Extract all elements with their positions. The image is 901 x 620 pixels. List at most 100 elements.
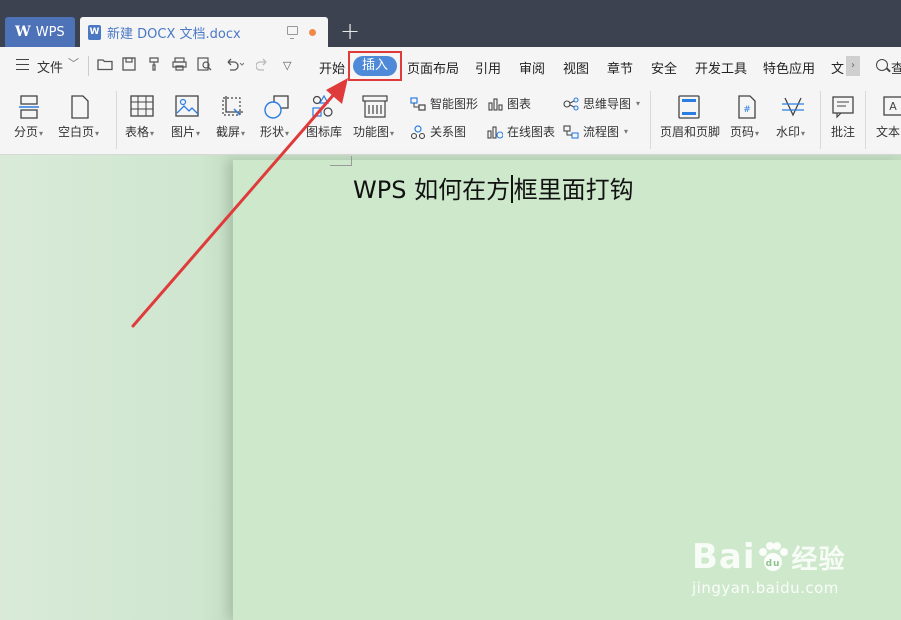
chart-button[interactable]: 图表	[487, 95, 531, 112]
online-chart-icon	[487, 125, 503, 139]
blank-page-label: 空白页	[58, 125, 95, 139]
tab-security[interactable]: 安全	[651, 58, 677, 77]
tab-view[interactable]: 视图	[563, 58, 589, 77]
page-number-icon[interactable]: #	[737, 95, 757, 123]
table-icon[interactable]	[130, 95, 154, 121]
tab-developer[interactable]: 开发工具	[695, 58, 747, 77]
flow-chart-button[interactable]: 流程图 ▾	[563, 123, 628, 140]
screenshot-label: 截屏	[216, 125, 241, 139]
ribbon-separator	[820, 91, 821, 149]
page-break-label: 分页	[14, 125, 39, 139]
table-button[interactable]: 表格▾	[125, 123, 154, 140]
new-tab-button[interactable]: +	[340, 18, 360, 44]
mind-map-label: 思维导图	[583, 97, 632, 111]
tab-chapter[interactable]: 章节	[607, 58, 633, 77]
screenshot-icon[interactable]	[220, 95, 244, 123]
table-label: 表格	[125, 125, 150, 139]
mind-map-button[interactable]: 思维导图 ▾	[563, 95, 640, 112]
screenshot-button[interactable]: 截屏▾	[216, 123, 245, 140]
watermark-brand-right: 经验	[791, 544, 846, 575]
shape-label: 形状	[260, 125, 285, 139]
print-preview-icon[interactable]	[197, 57, 212, 75]
blank-page-button[interactable]: 空白页▾	[58, 123, 99, 140]
open-folder-icon[interactable]	[97, 57, 113, 75]
paw-logo-icon: du	[758, 542, 788, 571]
smart-art-label: 智能图形	[430, 97, 479, 111]
tab-page-layout[interactable]: 页面布局	[407, 58, 459, 77]
smart-art-button[interactable]: 智能图形	[410, 95, 478, 112]
function-chart-label: 功能图	[353, 125, 390, 139]
page-number-button[interactable]: 页码▾	[730, 123, 759, 140]
wps-logo-icon: W	[15, 24, 31, 40]
header-footer-button[interactable]: 页眉和页脚	[660, 123, 720, 140]
document-tab[interactable]: W 新建 DOCX 文档.docx	[80, 17, 328, 47]
watermark-button[interactable]: 水印▾	[776, 123, 805, 140]
picture-icon[interactable]	[175, 95, 199, 121]
print-icon[interactable]	[172, 57, 187, 75]
watermark-url: jingyan.baidu.com	[692, 579, 839, 597]
picture-label: 图片	[171, 125, 196, 139]
watermark-brand-left: Bai	[692, 537, 756, 577]
relation-chart-button[interactable]: 关系图	[410, 123, 466, 140]
tab-references[interactable]: 引用	[475, 58, 501, 77]
page-break-icon[interactable]	[18, 95, 40, 123]
menu-bar: 文件 ﹀ ▽ 开始 插入 页面布局 引用 审阅 视图 章节 安全 开发工具 特色…	[0, 47, 901, 85]
text-box-button[interactable]: 文本	[876, 123, 900, 140]
quick-access-dropdown-icon[interactable]: ▽	[283, 59, 291, 72]
icon-library-icon[interactable]	[311, 94, 335, 123]
svg-text:#: #	[743, 105, 751, 115]
save-icon[interactable]	[122, 57, 136, 75]
flow-chart-icon	[563, 124, 579, 139]
chart-label: 图表	[507, 97, 532, 111]
comment-icon[interactable]	[832, 95, 854, 123]
unsaved-dot-icon[interactable]	[309, 29, 316, 36]
tab-insert[interactable]: 插入	[353, 56, 397, 76]
document-tab-label: 新建 DOCX 文档.docx	[107, 26, 241, 42]
ribbon-separator	[116, 91, 117, 149]
comment-button[interactable]: 批注	[831, 123, 855, 140]
blank-page-icon[interactable]	[70, 95, 90, 123]
tab-special-apps[interactable]: 特色应用	[763, 58, 815, 77]
ribbon-separator	[650, 91, 651, 149]
shape-icon[interactable]	[264, 95, 290, 123]
tab-more[interactable]: 文	[831, 58, 844, 77]
wps-home-tab[interactable]: W WPS	[5, 17, 75, 47]
baidu-jingyan-watermark: Bai du 经验 jingyan.baidu.com	[692, 537, 846, 597]
document-text-before-cursor: WPS 如何在方	[353, 176, 511, 204]
redo-icon[interactable]	[255, 57, 270, 75]
shape-button[interactable]: 形状▾	[260, 123, 289, 140]
search-icon[interactable]	[876, 59, 888, 71]
ribbon-separator	[865, 91, 866, 149]
tab-review[interactable]: 审阅	[519, 58, 545, 77]
relation-chart-icon	[410, 124, 426, 139]
mind-map-icon	[563, 96, 579, 111]
icon-library-button[interactable]: 图标库	[306, 123, 342, 140]
format-painter-icon[interactable]	[147, 57, 161, 75]
watermark-icon[interactable]	[781, 95, 805, 123]
function-chart-icon[interactable]	[362, 95, 388, 123]
tab-home[interactable]: 开始	[319, 58, 345, 77]
chevron-down-icon[interactable]: ﹀	[68, 55, 79, 71]
hamburger-menu-icon[interactable]	[16, 59, 29, 70]
tabs-scroll-right-button[interactable]: ›	[846, 56, 860, 76]
file-menu[interactable]: 文件	[37, 57, 63, 76]
chart-icon	[488, 97, 503, 111]
online-chart-button[interactable]: 在线图表	[487, 123, 555, 140]
search-label[interactable]: 查	[891, 58, 901, 77]
online-chart-label: 在线图表	[507, 125, 556, 139]
monitor-icon[interactable]	[287, 26, 298, 39]
menu-separator	[88, 56, 89, 76]
document-body-text[interactable]: WPS 如何在方 框里面打钩	[353, 170, 634, 205]
smart-art-icon	[410, 96, 426, 111]
insert-ribbon: 分页▾ 空白页▾ 表格▾ 图片▾ 截屏▾ 形状▾ 图标库 功能图▾ 智能图形 关…	[0, 85, 901, 155]
page-number-label: 页码	[730, 125, 755, 139]
page-break-button[interactable]: 分页▾	[14, 123, 43, 140]
text-box-icon[interactable]: A	[883, 95, 901, 123]
header-footer-icon[interactable]	[678, 95, 700, 123]
flow-chart-label: 流程图	[583, 125, 620, 139]
wps-home-tab-label: WPS	[35, 24, 65, 40]
writer-doc-icon: W	[88, 24, 101, 40]
undo-icon[interactable]	[224, 57, 245, 75]
picture-button[interactable]: 图片▾	[171, 123, 200, 140]
function-chart-button[interactable]: 功能图▾	[353, 123, 394, 140]
